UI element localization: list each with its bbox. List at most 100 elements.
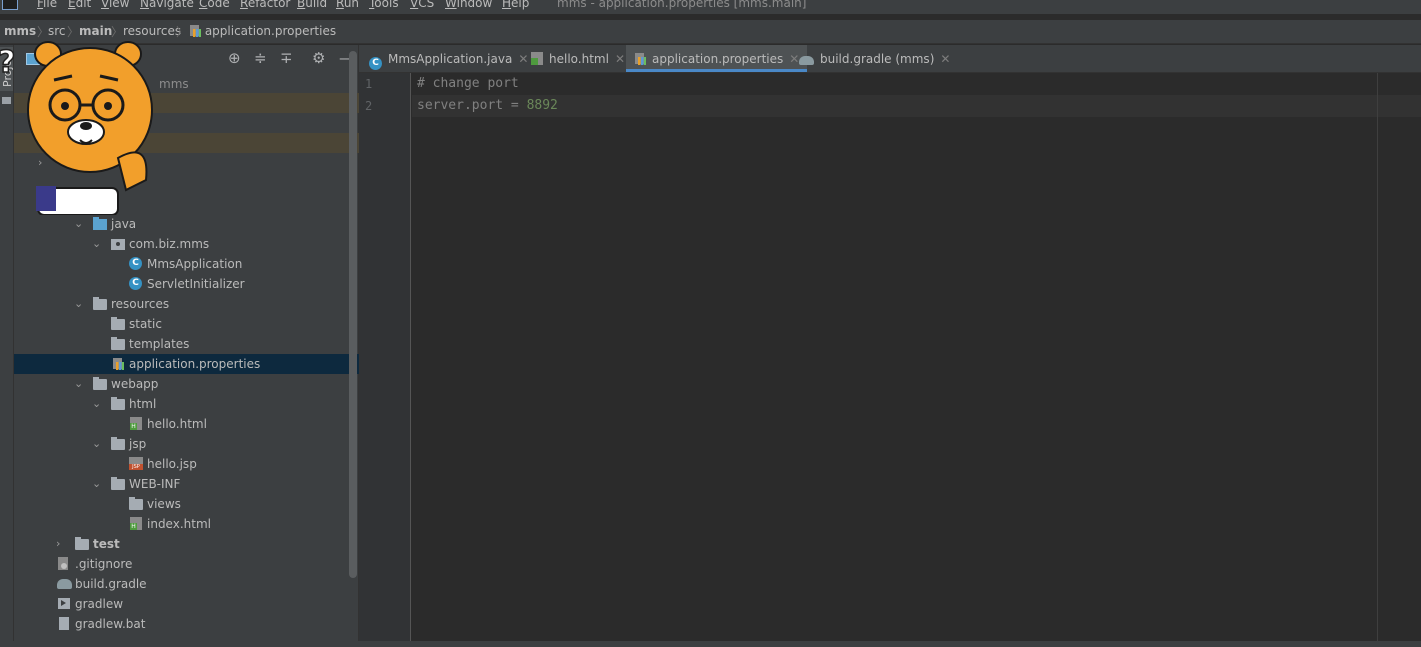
chevron-down-icon[interactable]: ⌄ [74, 374, 84, 394]
folder-icon [111, 337, 125, 350]
chevron-down-icon[interactable]: ⌄ [92, 474, 102, 494]
test-folder-icon [75, 537, 89, 550]
tree-row-java[interactable]: ⌄ java [14, 214, 359, 234]
package-icon [111, 239, 125, 250]
tree-row-test[interactable]: › test [14, 534, 359, 554]
tree-row-html[interactable]: ⌄ html [14, 394, 359, 414]
tree-row-jsp[interactable]: ⌄ jsp [14, 434, 359, 454]
expand-all-icon[interactable]: ≑ [254, 51, 267, 66]
file-icon [59, 617, 69, 630]
mascot-sticker-image: ? [0, 41, 153, 215]
close-icon[interactable]: ✕ [518, 52, 528, 66]
breadcrumb: mms 〉 src 〉 main 〉 resources 〉 applicati… [0, 20, 1421, 44]
tree-row-views[interactable]: views [14, 494, 359, 514]
chevron-right-icon[interactable]: › [56, 534, 66, 554]
folder-icon [111, 437, 125, 450]
breadcrumb-item-src[interactable]: src [48, 24, 66, 38]
question-mark-icon: ? [0, 45, 15, 80]
code-line-2[interactable]: server.port = 8892 [412, 95, 1421, 117]
tree-row-hello-html[interactable]: hello.html [14, 414, 359, 434]
menu-navigate[interactable]: Navigate [140, 0, 194, 10]
spring-class-icon: C [129, 257, 142, 270]
gradle-icon [57, 579, 72, 589]
tree-row-static[interactable]: static [14, 314, 359, 334]
folder-icon [129, 497, 143, 510]
tree-row-servletinitializer[interactable]: C ServletInitializer [14, 274, 359, 294]
line-number: 1 [365, 77, 373, 91]
menu-tools[interactable]: Tools [369, 0, 399, 10]
chevron-down-icon[interactable]: ⌄ [92, 434, 102, 454]
tab-application-properties[interactable]: application.properties ✕ [626, 45, 808, 72]
resources-folder-icon [93, 297, 107, 310]
properties-file-icon [634, 53, 646, 65]
folder-icon [111, 317, 125, 330]
tree-row-webapp[interactable]: ⌄ webapp [14, 374, 359, 394]
executable-icon [58, 598, 70, 609]
tree-row-gradlew-bat[interactable]: gradlew.bat [14, 614, 359, 634]
right-margin-guide [1377, 73, 1378, 647]
close-icon[interactable]: ✕ [615, 52, 625, 66]
breadcrumb-item-main[interactable]: main [79, 24, 112, 38]
folder-icon [111, 397, 125, 410]
menu-edit[interactable]: Edit [68, 0, 91, 10]
tree-row-index-html[interactable]: index.html [14, 514, 359, 534]
project-scrollbar[interactable] [349, 51, 357, 578]
editor-tabs: C MmsApplication.java ✕ hello.html ✕ applic… [359, 45, 1421, 73]
folder-icon [93, 377, 107, 390]
tree-row-templates[interactable]: templates [14, 334, 359, 354]
menu-run[interactable]: Run [336, 0, 359, 10]
tree-row-gradlew[interactable]: gradlew [14, 594, 359, 614]
menu-bar: File Edit View Navigate Code Refactor Bu… [0, 0, 1421, 14]
breadcrumb-item-application-properties[interactable]: application.properties [189, 24, 336, 38]
gitignore-icon [58, 557, 68, 570]
tree-row-hello-jsp[interactable]: hello.jsp [14, 454, 359, 474]
menu-refactor[interactable]: Refactor [240, 0, 290, 10]
menu-view[interactable]: View [101, 0, 129, 10]
line-number: 2 [365, 99, 373, 113]
status-bar [0, 641, 1421, 647]
tree-row-package[interactable]: ⌄ com.biz.mms [14, 234, 359, 254]
close-icon[interactable]: ✕ [789, 52, 799, 66]
menu-code[interactable]: Code [199, 0, 230, 10]
menu-build[interactable]: Build [297, 0, 327, 10]
tab-mmsapplication-java[interactable]: C MmsApplication.java ✕ [369, 45, 528, 72]
menu-help[interactable]: Help [502, 0, 529, 10]
chevron-down-icon[interactable]: ⌄ [74, 214, 84, 234]
chevron-down-icon[interactable]: ⌄ [92, 394, 102, 414]
tab-hello-html[interactable]: hello.html ✕ [531, 45, 625, 72]
breadcrumb-item-mms[interactable]: mms [4, 24, 36, 38]
folder-icon [111, 477, 125, 490]
breadcrumb-separator-icon: 〉 [111, 25, 124, 39]
chevron-down-icon[interactable]: ⌄ [74, 294, 84, 314]
menu-file[interactable]: File [37, 0, 57, 10]
line-number-gutter: 1 2 [359, 73, 411, 647]
editor-area: C MmsApplication.java ✕ hello.html ✕ applic… [359, 45, 1421, 647]
folder-blue-icon [93, 217, 107, 230]
menu-window[interactable]: Window [445, 0, 492, 10]
window-title: mms - application.properties [mms.main] [557, 0, 807, 10]
locate-target-icon[interactable]: ⊕ [228, 51, 241, 66]
gear-icon[interactable]: ⚙ [312, 51, 325, 66]
tree-row-mmsapplication[interactable]: C MmsApplication [14, 254, 359, 274]
breadcrumb-item-resources[interactable]: resources [123, 24, 181, 38]
class-icon: C [129, 277, 142, 290]
html-file-icon [531, 52, 543, 65]
code-line-1[interactable]: # change port [412, 73, 1421, 95]
jsp-file-icon [129, 457, 143, 470]
tab-build-gradle[interactable]: build.gradle (mms) ✕ [799, 45, 950, 72]
properties-file-icon [112, 358, 126, 370]
tree-row-application-properties[interactable]: application.properties [14, 354, 359, 374]
intellij-app-icon[interactable] [2, 0, 18, 10]
tree-row-web-inf[interactable]: ⌄ WEB-INF [14, 474, 359, 494]
tree-row-build-gradle[interactable]: build.gradle [14, 574, 359, 594]
tree-row-gitignore[interactable]: .gitignore [14, 554, 359, 574]
chevron-down-icon[interactable]: ⌄ [92, 234, 102, 254]
html-file-icon [130, 417, 142, 430]
collapse-all-icon[interactable]: ∓ [280, 51, 293, 66]
tree-row-resources[interactable]: ⌄ resources [14, 294, 359, 314]
html-file-icon [130, 517, 142, 530]
properties-file-icon [189, 25, 201, 37]
spring-class-icon: C [369, 57, 382, 70]
close-icon[interactable]: ✕ [940, 52, 950, 66]
menu-vcs[interactable]: VCS [410, 0, 434, 10]
